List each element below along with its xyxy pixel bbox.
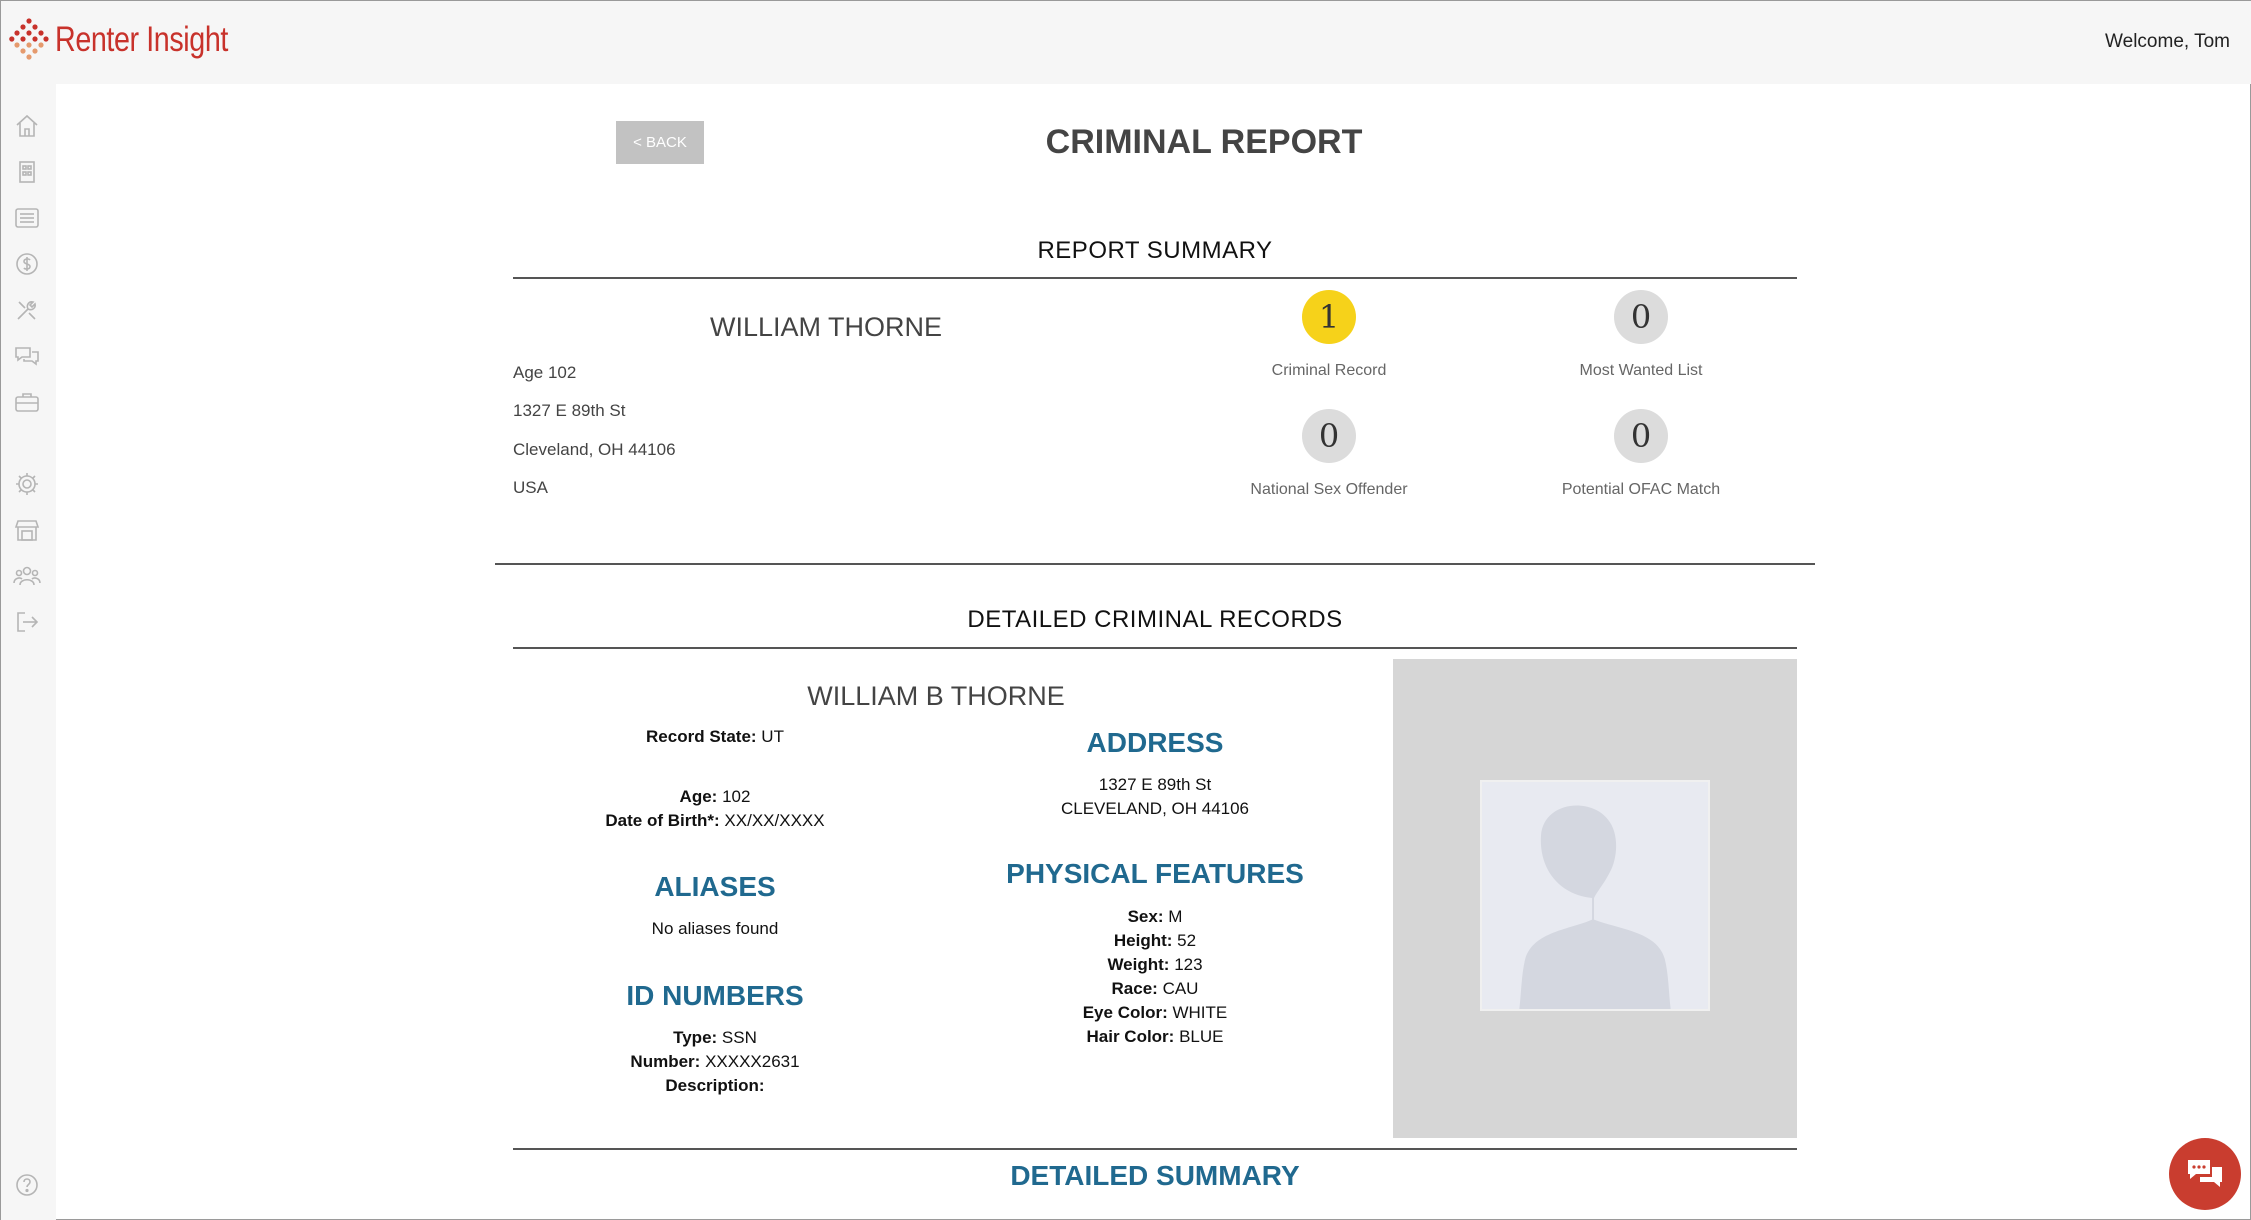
record-state-value: UT	[761, 727, 784, 746]
id-number-value: XXXXX2631	[705, 1052, 800, 1071]
record-state-field: Record State: UT	[515, 727, 915, 747]
age-label: Age:	[679, 787, 718, 806]
welcome-message[interactable]: Welcome, Tom	[2105, 31, 2230, 53]
gear-icon[interactable]	[13, 470, 41, 498]
id-type-value: SSN	[721, 1028, 757, 1047]
criminal-record-label: Criminal Record	[1271, 362, 1387, 379]
most-wanted-count: 0	[1614, 290, 1668, 344]
stat-criminal-record[interactable]: 1 Criminal Record	[1199, 290, 1459, 380]
id-type-field: Type: SSN	[515, 1028, 915, 1048]
height-label: Height:	[1113, 931, 1173, 950]
chat-bubble-icon	[2188, 1160, 2222, 1187]
dob-label: Date of Birth*:	[605, 811, 720, 830]
weight-value: 123	[1174, 955, 1203, 974]
app-window: Renter Insight Welcome, Tom < BACK CRIMI…	[0, 0, 2251, 1220]
sex-field: Sex: M	[955, 907, 1355, 927]
brand-name: Renter Insight	[55, 20, 228, 59]
storefront-icon[interactable]	[13, 516, 41, 544]
hair-color-field: Hair Color: BLUE	[955, 1027, 1355, 1047]
page-title-text: CRIMINAL REPORT	[1045, 123, 1363, 161]
ofac-match-label: Potential OFAC Match	[1561, 481, 1721, 498]
record-address-line2: CLEVELAND, OH 44106	[1060, 799, 1250, 818]
subject-name: WILLIAM THORNE	[709, 312, 943, 342]
live-chat-button[interactable]	[2169, 1138, 2241, 1210]
stat-most-wanted[interactable]: 0 Most Wanted List	[1511, 290, 1771, 380]
logo-icon	[9, 18, 49, 60]
id-type-label: Type:	[673, 1028, 718, 1047]
dob-field: Date of Birth*: XX/XX/XXXX	[515, 811, 915, 831]
height-field: Height: 52	[955, 931, 1355, 951]
aliases-heading: ALIASES	[654, 871, 776, 902]
sex-offender-count: 0	[1302, 409, 1356, 463]
race-field: Race: CAU	[955, 979, 1355, 999]
height-value: 52	[1177, 931, 1197, 950]
criminal-record-count: 1	[1302, 290, 1356, 344]
eye-color-value: WHITE	[1172, 1003, 1228, 1022]
summary-divider	[513, 277, 1797, 279]
record-address-line1: 1327 E 89th St	[1098, 775, 1212, 794]
dollar-icon[interactable]	[13, 250, 41, 278]
id-description-label: Description:	[665, 1076, 765, 1095]
tools-icon[interactable]	[13, 296, 41, 324]
aliases-text: No aliases found	[651, 919, 779, 938]
logout-icon[interactable]	[13, 608, 41, 636]
users-icon[interactable]	[13, 562, 41, 590]
race-value: CAU	[1162, 979, 1199, 998]
subject-address-line1: 1327 E 89th St	[513, 401, 626, 420]
chat-icon[interactable]	[13, 342, 41, 370]
page-title: CRIMINAL REPORT	[1, 123, 2251, 162]
section-divider	[495, 563, 1815, 565]
eye-color-label: Eye Color:	[1082, 1003, 1168, 1022]
weight-field: Weight: 123	[955, 955, 1355, 975]
mugshot-panel	[1393, 659, 1797, 1138]
detailed-divider	[513, 647, 1797, 649]
hair-color-value: BLUE	[1179, 1027, 1224, 1046]
detailed-summary-heading: DETAILED SUMMARY	[1010, 1160, 1300, 1191]
top-bar: Renter Insight Welcome, Tom	[1, 1, 2251, 84]
hair-color-label: Hair Color:	[1086, 1027, 1175, 1046]
ofac-match-count: 0	[1614, 409, 1668, 463]
sidebar-nav	[1, 84, 56, 1220]
detailed-records-heading: DETAILED CRIMINAL RECORDS	[967, 606, 1343, 633]
report-summary-heading: REPORT SUMMARY	[1037, 237, 1273, 264]
brand-logo[interactable]: Renter Insight	[9, 15, 266, 65]
subject-country: USA	[513, 478, 548, 497]
age-value: 102	[722, 787, 751, 806]
physical-features-heading: PHYSICAL FEATURES	[1006, 858, 1304, 889]
sex-offender-label: National Sex Offender	[1250, 481, 1408, 498]
id-number-label: Number:	[630, 1052, 701, 1071]
subject-age: Age 102	[513, 363, 577, 382]
stat-sex-offender[interactable]: 0 National Sex Offender	[1199, 409, 1459, 499]
id-numbers-heading: ID NUMBERS	[626, 980, 804, 1011]
sex-value: M	[1168, 907, 1183, 926]
id-description-field: Description:	[515, 1076, 915, 1096]
person-silhouette-icon	[1482, 782, 1708, 1009]
dob-value: XX/XX/XXXX	[724, 811, 825, 830]
briefcase-icon[interactable]	[13, 388, 41, 416]
race-label: Race:	[1111, 979, 1158, 998]
sex-label: Sex:	[1127, 907, 1164, 926]
list-icon[interactable]	[13, 204, 41, 232]
id-number-field: Number: XXXXX2631	[515, 1052, 915, 1072]
help-icon[interactable]	[13, 1171, 41, 1199]
most-wanted-label: Most Wanted List	[1579, 362, 1703, 379]
age-field: Age: 102	[515, 787, 915, 807]
stat-ofac-match[interactable]: 0 Potential OFAC Match	[1511, 409, 1771, 499]
record-state-label: Record State:	[646, 727, 757, 746]
address-heading: ADDRESS	[1086, 727, 1224, 758]
building-icon[interactable]	[13, 158, 41, 186]
record-name: WILLIAM B THORNE	[807, 681, 1065, 711]
subject-address-line2: Cleveland, OH 44106	[513, 440, 676, 459]
records-end-divider	[513, 1148, 1797, 1150]
eye-color-field: Eye Color: WHITE	[955, 1003, 1355, 1023]
mugshot-placeholder	[1480, 780, 1710, 1011]
weight-label: Weight:	[1107, 955, 1170, 974]
